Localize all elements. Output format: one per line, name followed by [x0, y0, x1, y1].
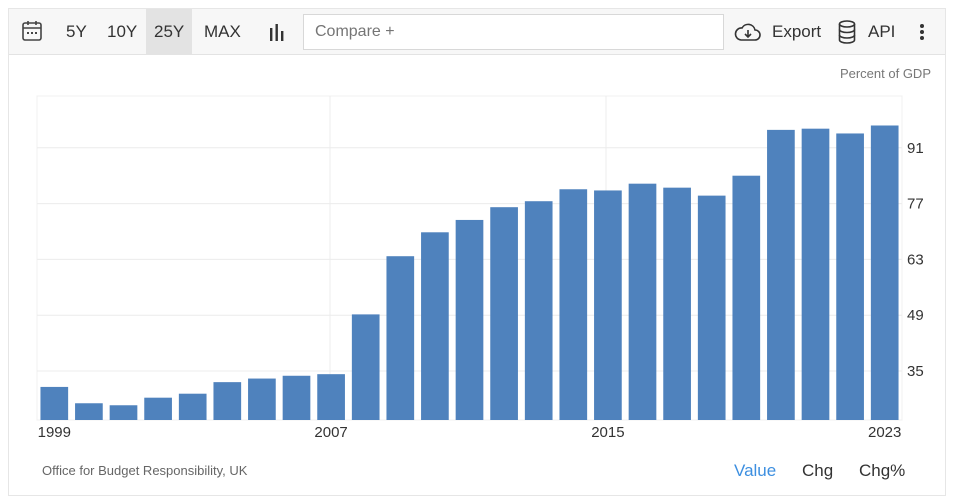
bar-2010[interactable]	[421, 232, 449, 420]
bar-2012[interactable]	[490, 207, 518, 420]
bar-2023[interactable]	[870, 125, 899, 420]
bar-2004[interactable]	[213, 382, 242, 420]
bar-2001[interactable]	[109, 405, 138, 420]
bar-2005[interactable]	[248, 378, 276, 420]
x-tick-label: 2023	[868, 424, 901, 441]
bar-chart: 35 49 63 77 91 1999 2007 2015 2023	[36, 95, 924, 441]
bar-2000[interactable]	[75, 403, 103, 420]
y-tick-label: 49	[907, 307, 924, 324]
bar-2007[interactable]	[317, 374, 345, 420]
bar-2002[interactable]	[144, 397, 172, 420]
y-tick-label: 77	[907, 196, 924, 213]
tab-chg-pct[interactable]: Chg%	[859, 461, 905, 481]
source-label: Office for Budget Responsibility, UK	[42, 463, 248, 478]
bar-2013[interactable]	[524, 201, 553, 420]
x-tick-label: 2007	[314, 424, 347, 441]
bar-2003[interactable]	[178, 393, 207, 420]
bar-2008[interactable]	[351, 314, 380, 420]
bar-1999[interactable]	[40, 386, 69, 420]
tab-value[interactable]: Value	[734, 461, 776, 481]
y-tick-label: 91	[907, 140, 924, 157]
bar-2018[interactable]	[697, 195, 726, 420]
tab-chg[interactable]: Chg	[802, 461, 833, 481]
bar-2015[interactable]	[594, 190, 622, 420]
bar-2021[interactable]	[801, 128, 830, 421]
bar-2009[interactable]	[386, 256, 415, 420]
bar-2006[interactable]	[282, 375, 311, 420]
x-tick-label: 1999	[38, 424, 71, 441]
y-tick-label: 35	[907, 363, 924, 380]
bar-2020[interactable]	[767, 129, 795, 420]
bar-2014[interactable]	[559, 189, 588, 420]
bar-2017[interactable]	[663, 187, 691, 420]
bar-2019[interactable]	[732, 175, 761, 420]
bar-2022[interactable]	[836, 133, 864, 421]
y-tick-label: 63	[907, 251, 924, 268]
x-tick-label: 2015	[591, 424, 624, 441]
bar-2011[interactable]	[455, 219, 484, 420]
bar-2016[interactable]	[628, 183, 657, 420]
